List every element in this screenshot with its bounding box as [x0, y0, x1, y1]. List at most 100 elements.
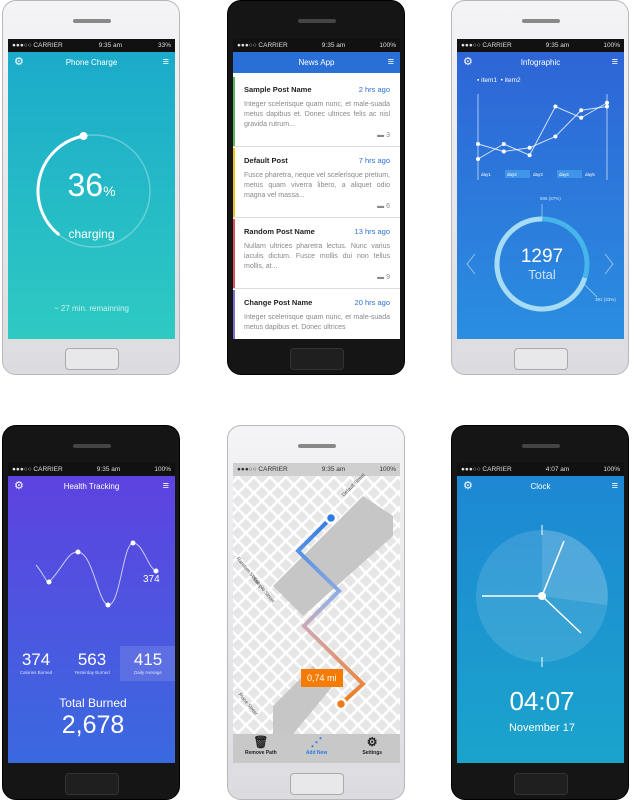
segment1-label: 906 (67%) [540, 196, 561, 201]
post-time: 13 hrs ago [354, 227, 390, 236]
speaker [522, 19, 560, 23]
comment-icon: ▬ [377, 203, 385, 210]
map-view[interactable] [233, 476, 400, 734]
distance-tooltip: 0,74 mi [301, 669, 343, 687]
speaker [73, 444, 111, 448]
battery: 100% [379, 466, 396, 473]
prev-button[interactable] [465, 254, 479, 276]
stat-value: 563 [77, 650, 107, 669]
share-icon: ⋰ [310, 735, 323, 749]
post-time: 7 hrs ago [358, 156, 390, 165]
stat-card[interactable]: 374 Calories Burned [8, 646, 64, 681]
tab-label: Settings [362, 750, 383, 756]
speaker [522, 444, 560, 448]
percent-sign: % [103, 183, 116, 199]
curve-value: 374 [143, 574, 160, 585]
charge-screen: ●●●○○ CARRIER 9:35 am 33% ⚙ Phone Charge ≡ 3… [8, 39, 175, 339]
next-button[interactable] [601, 254, 615, 276]
total-burned-value: 2,678 [61, 711, 125, 739]
date: November 17 [508, 722, 576, 734]
news-screen: ●●●○○ CARRIER 9:35 am 100% News App ≡ Sampl… [233, 39, 400, 339]
clock-time: 9:35 am [321, 42, 346, 49]
home-button[interactable] [514, 773, 568, 795]
charge-status: charging [68, 227, 115, 241]
news-post[interactable]: Random Post Name 13 hrs ago Nullam ultri… [233, 219, 400, 289]
post-title[interactable]: Sample Post Name [244, 85, 312, 94]
comment-count[interactable]: ▬ 9 [377, 274, 390, 281]
header: News App ≡ [233, 52, 400, 73]
comment-count[interactable]: ▬ 6 [377, 203, 390, 210]
tab-settings[interactable]: ⚙ Settings [344, 734, 400, 763]
home-button[interactable] [65, 348, 119, 370]
news-post[interactable]: Default Post 7 hrs ago Fusce pharetra, n… [233, 148, 400, 218]
stat-value: 374 [21, 650, 51, 669]
stat-card[interactable]: 415 Daily Average [120, 646, 175, 681]
speaker [73, 19, 111, 23]
carrier: ●●●○○ CARRIER [237, 466, 288, 473]
clock-screen: ●●●○○ CARRIER 4:07 am 100% ⚙ Clock ≡ 04:07 N… [457, 463, 624, 763]
news-post[interactable]: Sample Post Name 2 hrs ago Integer scele… [233, 77, 400, 147]
status-bar: ●●●○○ CARRIER 9:35 am 100% [233, 39, 400, 52]
phone-clock: ●●●○○ CARRIER 4:07 am 100% ⚙ Clock ≡ 04:07 N… [451, 425, 629, 800]
comment-icon: ▬ [377, 132, 385, 139]
total-value: 1297 [520, 246, 564, 267]
time-remaining: ~ 27 min. remainning [54, 304, 129, 313]
clock-time: 9:35 am [321, 466, 346, 473]
donut-chart [466, 204, 614, 312]
home-button[interactable] [290, 773, 344, 795]
carrier: ●●●○○ CARRIER [237, 42, 288, 49]
phone-charge: ●●●○○ CARRIER 9:35 am 33% ⚙ Phone Charge ≡ 3… [2, 0, 180, 375]
tab-label: Remove Path [244, 750, 277, 756]
stat-label: Daily Average [134, 670, 162, 675]
charge-percent: 36% [8, 167, 175, 204]
health-screen: ●●●○○ CARRIER 9:35 am 100% ⚙ Health Trackin… [8, 463, 175, 763]
gear-icon: ⚙ [366, 735, 378, 749]
speaker [298, 19, 336, 23]
home-button[interactable] [65, 773, 119, 795]
phone-infographic: ●●●○○ CARRIER 9:35 am 100% ⚙ Infographic ≡ ▪… [451, 0, 629, 375]
map-screen: ●●●○○ CARRIER 9:35 am 100% Random Street S… [233, 463, 400, 763]
phone-map: ●●●○○ CARRIER 9:35 am 100% Random Street S… [227, 425, 405, 800]
comment-count[interactable]: ▬ 3 [377, 132, 390, 139]
tab-add-new[interactable]: ⋰ Add New [289, 734, 345, 763]
analog-clock [476, 525, 608, 667]
segment2-label: 391 (33%) [595, 297, 616, 302]
post-time: 20 hrs ago [354, 298, 390, 307]
stat-label: Yesterday Burned [74, 670, 110, 675]
tab-remove-path[interactable]: 🗑 Remove Path [233, 734, 289, 763]
phone-news: ●●●○○ CARRIER 9:35 am 100% News App ≡ Sampl… [227, 0, 405, 375]
stat-card[interactable]: 563 Yesterday Burned [64, 646, 120, 681]
trash-icon: 🗑 [253, 735, 269, 749]
category-bar [233, 219, 235, 288]
comment-number: 6 [386, 203, 390, 210]
category-bar [233, 148, 235, 217]
status-bar: ●●●○○ CARRIER 9:35 am 100% [233, 463, 400, 476]
comment-number: 9 [386, 274, 390, 281]
category-bar [233, 290, 235, 339]
tab-label: Add New [305, 750, 328, 756]
post-title[interactable]: Change Post Name [244, 298, 312, 307]
post-excerpt: Fusce pharetra, neque vel scelerisque pr… [244, 172, 390, 199]
news-post[interactable]: Change Post Name 20 hrs ago Integer scel… [233, 290, 400, 339]
phone-health: ●●●○○ CARRIER 9:35 am 100% ⚙ Health Trackin… [2, 425, 180, 800]
post-title[interactable]: Default Post [244, 156, 288, 165]
speaker [298, 444, 336, 448]
total-burned-label: Total Burned [59, 696, 127, 710]
comment-number: 3 [386, 132, 390, 139]
percent-value: 36 [67, 167, 104, 203]
post-title[interactable]: Random Post Name [244, 227, 315, 236]
post-excerpt: Integer scelerisque quam nunc, et male-s… [244, 101, 390, 128]
post-excerpt: Nullam ultrices pharetra lectus. Nunc va… [244, 243, 390, 270]
home-button[interactable] [514, 348, 568, 370]
menu-icon[interactable]: ≡ [388, 57, 394, 68]
comment-icon: ▬ [377, 274, 385, 281]
page-title: News App [298, 58, 335, 67]
post-time: 2 hrs ago [358, 85, 390, 94]
stat-value: 415 [133, 650, 163, 669]
category-bar [233, 77, 235, 146]
stat-label: Calories Burned [19, 670, 53, 675]
total-label: Total [528, 267, 556, 282]
home-button[interactable] [290, 348, 344, 370]
map-toolbar: 🗑 Remove Path ⋰ Add New ⚙ Settings [233, 734, 400, 763]
digital-time: 04:07 [509, 686, 575, 716]
